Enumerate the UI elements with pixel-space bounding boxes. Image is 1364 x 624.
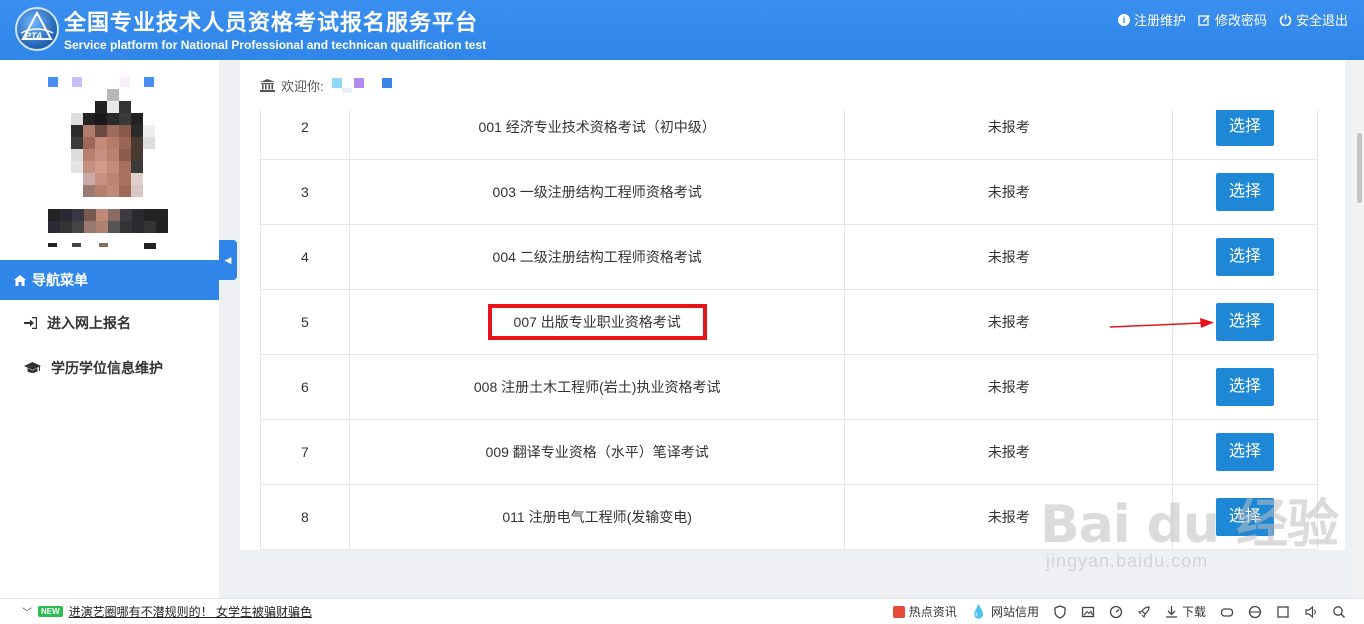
shield-icon[interactable] (1053, 604, 1067, 619)
zoom-search-icon[interactable] (1332, 605, 1346, 619)
nav-menu-header: 导航菜单 (0, 260, 219, 300)
exam-name: 001 经济专业技术资格考试（初中级） (348, 110, 846, 160)
select-button[interactable]: 选择 (1216, 498, 1275, 536)
news-icon (892, 605, 905, 618)
table-row: 2 001 经济专业技术资格考试（初中级） 未报考 选择 (260, 110, 1318, 160)
pta-logo: PTA (15, 7, 59, 51)
download-label: 下载 (1181, 605, 1206, 619)
change-password-link[interactable]: 修改密码 (1198, 10, 1267, 29)
row-number: 5 (260, 289, 350, 355)
select-button[interactable]: 选择 (1216, 173, 1275, 211)
water-drop-icon: 💧 (970, 603, 987, 619)
highlighted-exam-name: 007 出版专业职业资格考试 (487, 304, 707, 340)
table-row: 6 008 注册土木工程师(岩土)执业资格考试 未报考 选择 (260, 354, 1318, 420)
register-maintain-label: 注册维护 (1133, 13, 1186, 28)
new-badge: NEW (38, 605, 63, 617)
header-links: i 注册维护 修改密码 安全退出 (1117, 10, 1348, 29)
row-number: 2 (260, 110, 350, 160)
sidebar-item-education-info[interactable]: 学历学位信息维护 (0, 346, 219, 390)
hot-news-label: 热点资讯 (908, 605, 957, 619)
exam-status: 未报考 (844, 419, 1174, 485)
select-button[interactable]: 选择 (1216, 368, 1275, 406)
site-credit-button[interactable]: 💧 网站信用 (971, 603, 1039, 620)
browser-icon[interactable] (1248, 605, 1262, 619)
download-button[interactable]: 下载 (1165, 603, 1206, 620)
rocket-icon[interactable] (1137, 605, 1151, 619)
select-button[interactable]: 选择 (1216, 433, 1275, 471)
user-avatar (45, 72, 170, 252)
exam-name: 003 一级注册结构工程师资格考试 (348, 159, 846, 225)
table-row: 3 003 一级注册结构工程师资格考试 未报考 选择 (260, 159, 1318, 225)
hot-news-button[interactable]: 热点资讯 (892, 603, 957, 620)
row-number: 4 (260, 224, 350, 290)
row-number: 7 (260, 419, 350, 485)
exam-name: 008 注册土木工程师(岩土)执业资格考试 (348, 354, 846, 420)
info-icon: i (1117, 13, 1130, 26)
exam-status: 未报考 (844, 110, 1174, 160)
exam-name: 011 注册电气工程师(发输变电) (348, 484, 846, 550)
power-icon (1279, 14, 1292, 26)
institution-icon (260, 78, 275, 92)
sidebar-collapse-toggle[interactable]: ◀ (219, 240, 237, 280)
table-row: 8 011 注册电气工程师(发输变电) 未报考 选择 (260, 484, 1318, 550)
speed-icon[interactable] (1109, 605, 1123, 619)
window-icon[interactable] (1276, 605, 1290, 619)
scrollbar-thumb[interactable] (1357, 133, 1362, 203)
top-header: PTA 全国专业技术人员资格考试报名服务平台 Service platform … (0, 0, 1364, 60)
exam-status: 未报考 (844, 224, 1174, 290)
browser-status-bar: ﹀ NEW 进演艺圈哪有不潜规则的！ 女学生被骗财骗色 热点资讯 💧 网站信用 … (0, 598, 1364, 623)
logout-link[interactable]: 安全退出 (1279, 10, 1348, 29)
welcome-label: 欢迎你: (281, 78, 324, 94)
game-icon[interactable] (1220, 605, 1234, 619)
nav-menu-title: 导航菜单 (32, 272, 88, 288)
edit-icon (1198, 15, 1210, 26)
chevron-down-icon[interactable]: ﹀ (22, 604, 32, 619)
image-icon[interactable] (1081, 605, 1095, 619)
download-icon (1165, 606, 1177, 618)
select-button-publishing[interactable]: 选择 (1216, 303, 1275, 341)
sidebar-item-online-registration[interactable]: 进入网上报名 (0, 301, 219, 345)
exam-status: 未报考 (844, 159, 1174, 225)
home-icon (14, 274, 26, 286)
table-row: 4 004 二级注册结构工程师资格考试 未报考 选择 (260, 224, 1318, 290)
register-maintain-link[interactable]: i 注册维护 (1117, 10, 1186, 29)
site-subtitle: Service platform for National Profession… (64, 38, 487, 52)
sidebar-item-label: 学历学位信息维护 (51, 360, 163, 376)
username-masked (331, 78, 392, 93)
news-link[interactable]: 进演艺圈哪有不潜规则的！ 女学生被骗财骗色 (69, 603, 312, 620)
logo-text: PTA (25, 31, 43, 41)
row-number: 6 (260, 354, 350, 420)
sidebar-item-label: 进入网上报名 (47, 315, 131, 331)
welcome-bar: 欢迎你: (240, 60, 1345, 110)
exam-name: 004 二级注册结构工程师资格考试 (348, 224, 846, 290)
caret-left-icon: ◀ (224, 254, 232, 265)
graduation-cap-icon (24, 362, 41, 373)
site-credit-label: 网站信用 (990, 605, 1039, 619)
row-number: 8 (260, 484, 350, 550)
select-button[interactable]: 选择 (1216, 238, 1275, 276)
exam-status: 未报考 (844, 484, 1174, 550)
volume-icon[interactable] (1304, 605, 1318, 619)
row-number: 3 (260, 159, 350, 225)
select-button[interactable]: 选择 (1216, 110, 1275, 146)
logout-label: 安全退出 (1295, 13, 1348, 28)
exam-name: 009 翻译专业资格（水平）笔译考试 (348, 419, 846, 485)
annotation-arrow (1110, 318, 1214, 328)
sidebar: 导航菜单 进入网上报名 学历学位信息维护 (0, 60, 219, 598)
sign-in-icon (24, 317, 37, 329)
site-title: 全国专业技术人员资格考试报名服务平台 (64, 10, 479, 35)
change-password-label: 修改密码 (1214, 13, 1267, 28)
table-row: 7 009 翻译专业资格（水平）笔译考试 未报考 选择 (260, 419, 1318, 485)
exam-status: 未报考 (844, 354, 1174, 420)
